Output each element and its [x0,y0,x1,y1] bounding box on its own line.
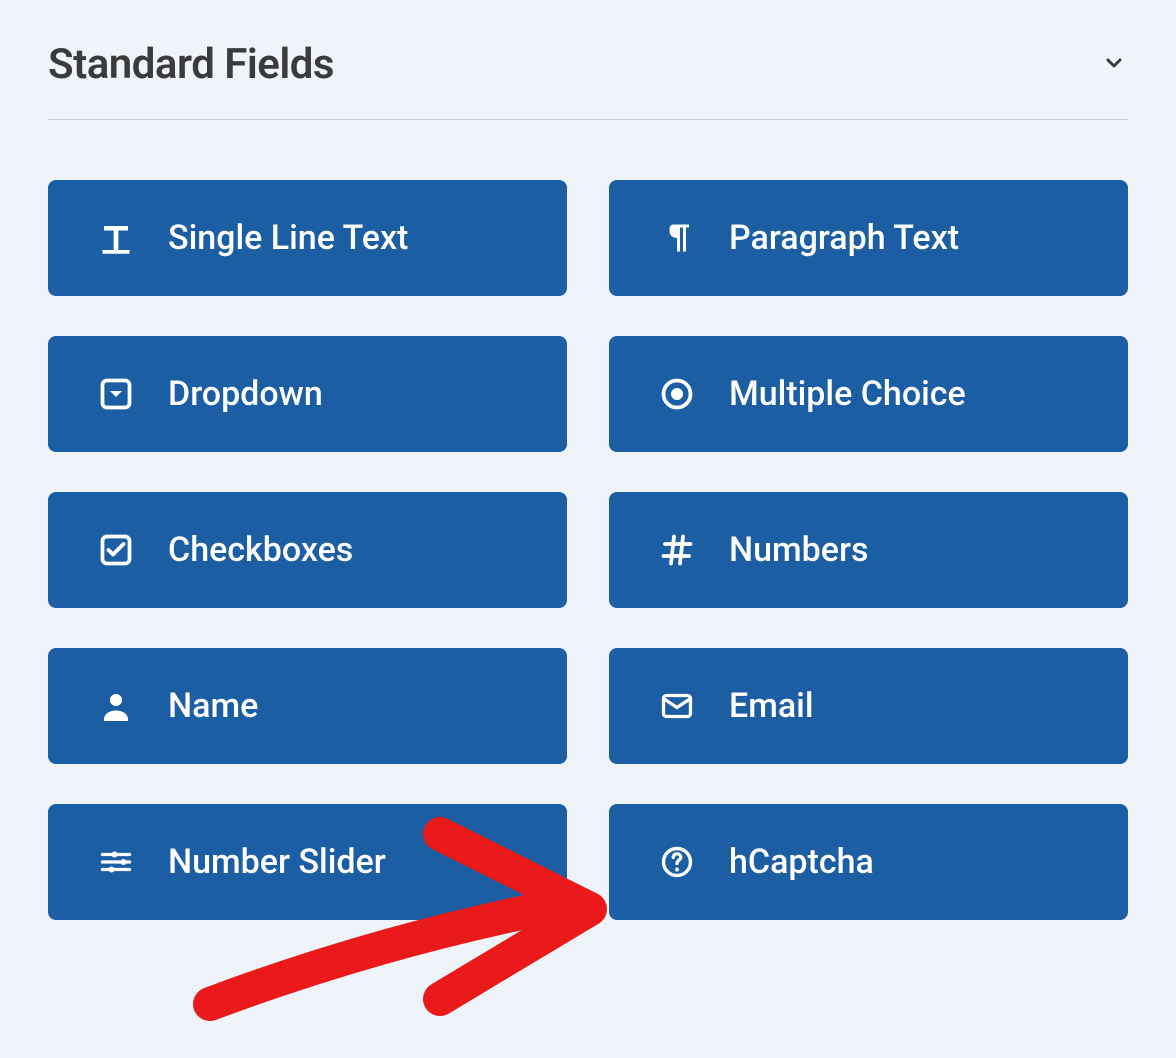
field-label: Single Line Text [168,218,408,258]
section-title: Standard Fields [48,40,334,89]
field-paragraph-text[interactable]: Paragraph Text [609,180,1128,296]
field-multiple-choice[interactable]: Multiple Choice [609,336,1128,452]
hash-icon [657,530,697,570]
field-label: Number Slider [168,842,386,882]
collapse-toggle[interactable] [1100,51,1128,79]
field-numbers[interactable]: Numbers [609,492,1128,608]
question-circle-icon [657,842,697,882]
envelope-icon [657,686,697,726]
section-header: Standard Fields [48,40,1128,120]
field-label: Dropdown [168,374,323,414]
radio-icon [657,374,697,414]
field-label: Email [729,686,814,726]
field-email[interactable]: Email [609,648,1128,764]
field-name[interactable]: Name [48,648,567,764]
dropdown-icon [96,374,136,414]
field-label: Name [168,686,258,726]
field-label: Multiple Choice [729,374,966,414]
paragraph-icon [657,218,697,258]
field-hcaptcha[interactable]: hCaptcha [609,804,1128,920]
text-cursor-icon [96,218,136,258]
field-label: Numbers [729,530,869,570]
sliders-icon [96,842,136,882]
person-icon [96,686,136,726]
field-label: Paragraph Text [729,218,959,258]
fields-grid: Single Line Text Paragraph Text Dropdown… [48,180,1128,920]
field-checkboxes[interactable]: Checkboxes [48,492,567,608]
field-number-slider[interactable]: Number Slider [48,804,567,920]
field-single-line-text[interactable]: Single Line Text [48,180,567,296]
chevron-down-icon [1102,51,1126,79]
field-label: Checkboxes [168,530,353,570]
checkbox-icon [96,530,136,570]
field-label: hCaptcha [729,842,874,882]
field-dropdown[interactable]: Dropdown [48,336,567,452]
